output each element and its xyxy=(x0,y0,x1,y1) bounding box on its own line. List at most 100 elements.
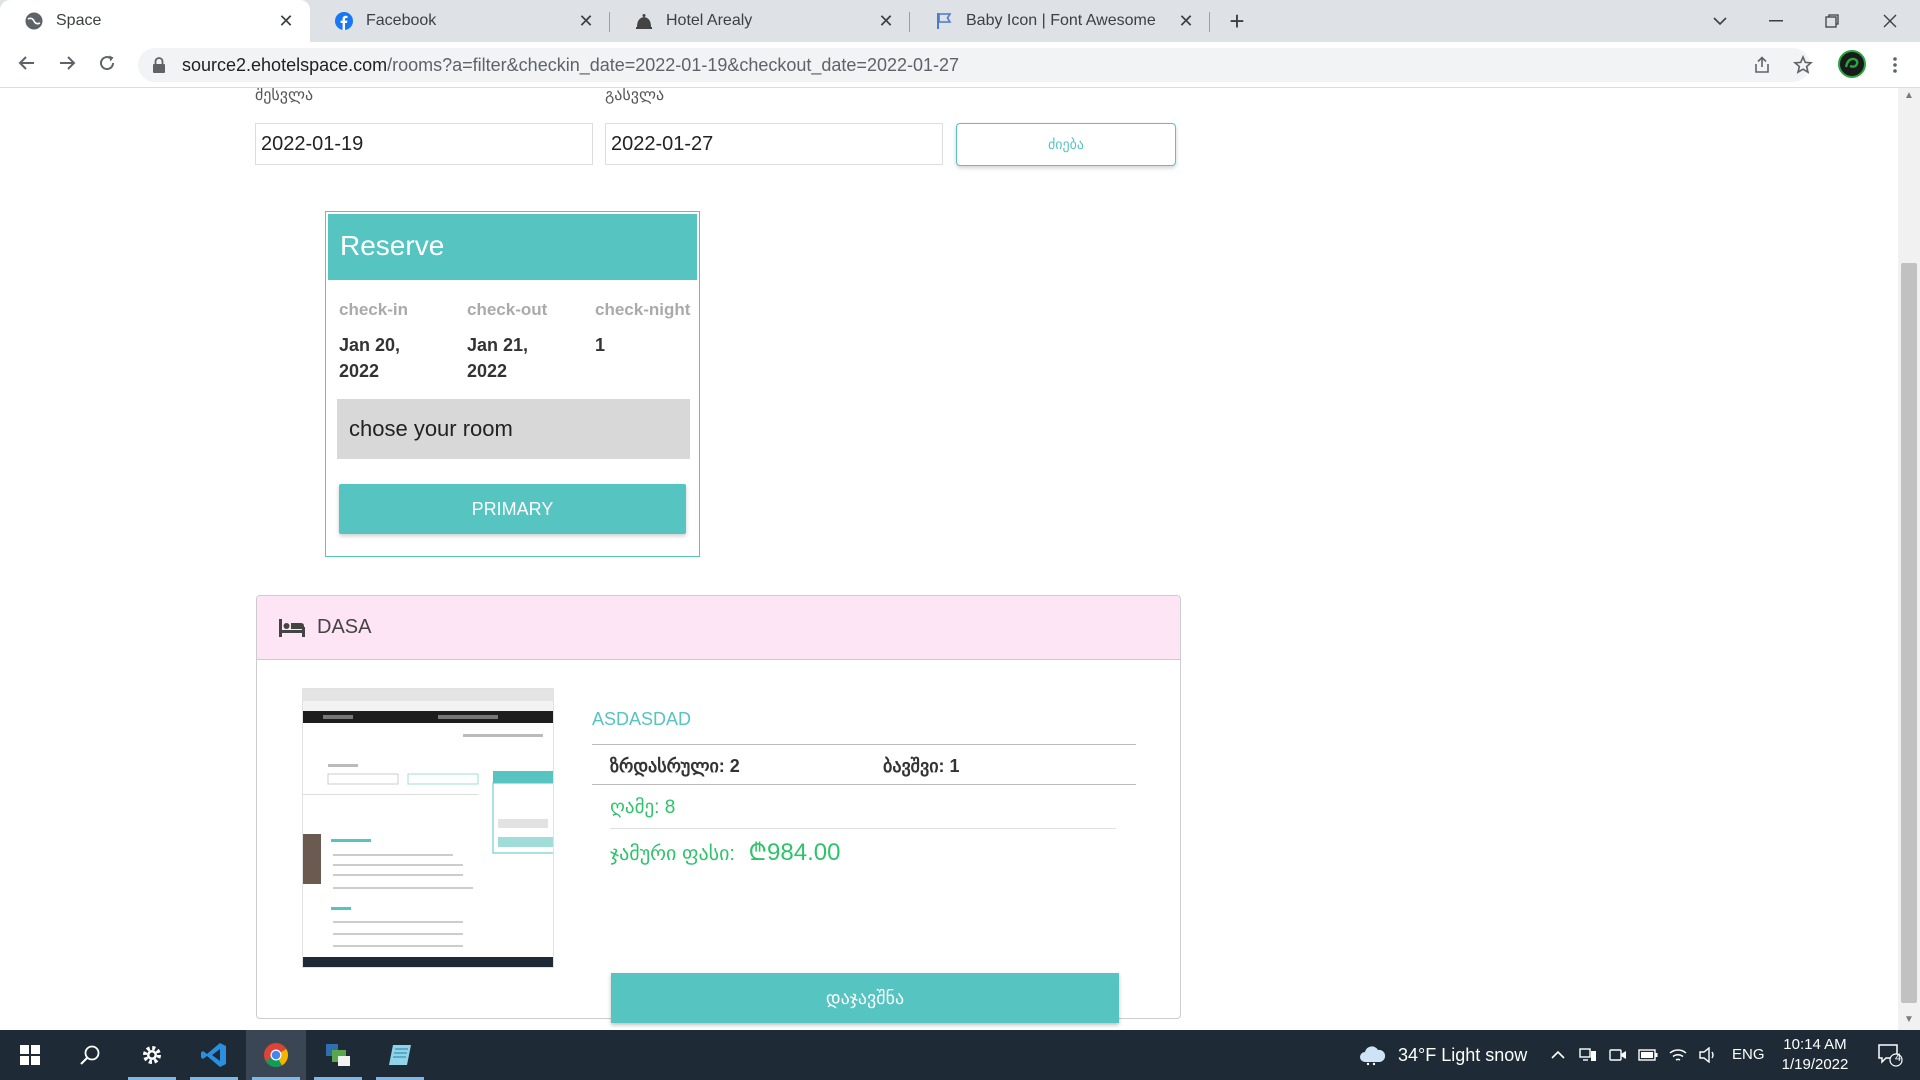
address-bar[interactable]: source2.ehotelspace.com/rooms?a=filter&c… xyxy=(138,48,1810,82)
divider xyxy=(592,744,1136,745)
divider xyxy=(592,784,1136,785)
clock-date: 1/19/2022 xyxy=(1781,1056,1849,1073)
notification-count: 4 xyxy=(1895,1052,1902,1064)
page-scrollbar[interactable]: ▲ ▼ xyxy=(1898,88,1920,1030)
total-price-value: ₾984.00 xyxy=(748,839,841,866)
tab-title: Baby Icon | Font Awesome xyxy=(966,12,1156,29)
reserve-panel: Reserve check-in Jan 20, 2022 check-out … xyxy=(325,211,700,557)
network-pc-icon[interactable] xyxy=(1574,1030,1602,1080)
children-count: ბავშვი: 1 xyxy=(883,756,960,776)
checkin-label: შესვლა xyxy=(255,88,314,104)
checkin-date-line: Jan 20, xyxy=(339,335,401,355)
windows-start-icon[interactable] xyxy=(0,1030,60,1080)
url-path: /rooms?a=filter&checkin_date=2022-01-19&… xyxy=(387,54,960,75)
forward-icon[interactable] xyxy=(52,50,82,80)
reload-icon[interactable] xyxy=(92,50,122,80)
close-tab-icon[interactable]: ✕ xyxy=(874,11,898,32)
tab-search-icon[interactable] xyxy=(1692,0,1748,42)
weather-text[interactable]: 34°F Light snow xyxy=(1398,1045,1527,1066)
profile-avatar[interactable] xyxy=(1838,50,1866,78)
room-name[interactable]: ASDASDAD xyxy=(592,709,691,730)
checkin-date-input[interactable]: 2022-01-19 xyxy=(255,123,593,165)
scroll-up-icon[interactable]: ▲ xyxy=(1904,90,1914,101)
bookmark-star-icon[interactable] xyxy=(1788,50,1818,80)
chrome-icon[interactable] xyxy=(246,1030,306,1080)
clock-time: 10:14 AM xyxy=(1783,1036,1847,1053)
checkin-column: check-in Jan 20, 2022 xyxy=(339,300,408,384)
tab-title: Hotel Arealy xyxy=(666,12,753,29)
page-content: შესვლა გასვლა 2022-01-19 2022-01-27 ძიებ… xyxy=(0,88,1898,1030)
tab-title: Space xyxy=(56,12,102,29)
checkin-value: Jan 20, 2022 xyxy=(339,332,408,384)
nights-column: check-night 1 xyxy=(595,300,690,358)
input-language[interactable]: ENG xyxy=(1732,1046,1765,1063)
restore-icon[interactable] xyxy=(1804,0,1860,42)
tab-facebook[interactable]: Facebook ✕ xyxy=(310,0,610,42)
close-window-icon[interactable] xyxy=(1862,0,1918,42)
tab-font-awesome[interactable]: Baby Icon | Font Awesome ✕ xyxy=(910,0,1210,42)
notification-center-icon[interactable]: 4 xyxy=(1860,1030,1920,1080)
weather-cloud-icon[interactable] xyxy=(1354,1030,1390,1080)
nights-count: ღამე: 8 xyxy=(610,797,676,818)
divider xyxy=(610,828,1116,829)
tab-separator xyxy=(1209,12,1210,32)
taskbar: 34°F Light snow ENG 10:14 AM 1/19/2022 4 xyxy=(0,1030,1920,1080)
room-thumbnail[interactable] xyxy=(302,688,554,968)
bed-icon xyxy=(279,618,305,637)
total-price: ჯამური ფასი: ₾984.00 xyxy=(610,836,840,871)
scroll-down-icon[interactable]: ▼ xyxy=(1904,1014,1914,1025)
reserve-title: Reserve xyxy=(328,214,697,280)
battery-icon[interactable] xyxy=(1634,1030,1662,1080)
tab-strip: Space ✕ Facebook ✕ Hotel Arealy ✕ Baby I… xyxy=(0,0,1920,42)
close-tab-icon[interactable]: ✕ xyxy=(1174,11,1198,32)
vscode-icon[interactable] xyxy=(184,1030,244,1080)
checkin-header: check-in xyxy=(339,300,408,319)
checkout-label: გასვლა xyxy=(605,88,665,104)
facebook-icon xyxy=(334,11,354,31)
room-category-header: DASA xyxy=(257,596,1180,660)
checkout-year-line: 2022 xyxy=(467,361,508,381)
settings-gear-icon[interactable] xyxy=(122,1030,182,1080)
show-hidden-icons-chevron-icon[interactable] xyxy=(1546,1030,1570,1080)
globe-icon xyxy=(24,11,44,31)
checkout-value: Jan 21, 2022 xyxy=(467,332,547,384)
volume-icon[interactable] xyxy=(1694,1030,1722,1080)
notepad-icon[interactable] xyxy=(370,1030,430,1080)
tab-title: Facebook xyxy=(366,12,437,29)
minimize-icon[interactable] xyxy=(1748,0,1804,42)
room-card: DASA ASDASDAD ზრდასრული: 2 ბავშვი: 1 ღამ… xyxy=(256,595,1181,1023)
meet-now-icon[interactable] xyxy=(1604,1030,1632,1080)
adults-count: ზრდასრული: 2 xyxy=(610,756,740,776)
wifi-icon[interactable] xyxy=(1664,1030,1692,1080)
tab-space[interactable]: Space ✕ xyxy=(0,0,310,42)
back-icon[interactable] xyxy=(12,50,42,80)
close-tab-icon[interactable]: ✕ xyxy=(574,11,598,32)
bell-icon xyxy=(634,11,654,31)
total-price-label: ჯამური ფასი: xyxy=(610,843,735,865)
new-tab-button[interactable]: + xyxy=(1222,6,1252,36)
search-button[interactable]: ძიება xyxy=(956,123,1176,166)
close-tab-icon[interactable]: ✕ xyxy=(274,11,298,32)
search-icon[interactable] xyxy=(60,1030,120,1080)
url-host: source2.ehotelspace.com xyxy=(182,54,388,75)
lock-icon xyxy=(152,57,166,73)
checkin-year-line: 2022 xyxy=(339,361,380,381)
system-clock[interactable]: 10:14 AM 1/19/2022 xyxy=(1770,1035,1860,1075)
tab-hotel-arealy[interactable]: Hotel Arealy ✕ xyxy=(610,0,910,42)
nights-value: 1 xyxy=(595,335,606,355)
share-icon[interactable] xyxy=(1747,50,1777,80)
flag-icon xyxy=(934,11,954,31)
room-category-name: DASA xyxy=(317,616,372,638)
file-manager-icon[interactable] xyxy=(308,1030,368,1080)
scrollbar-thumb[interactable] xyxy=(1901,263,1917,1003)
checkout-date-line: Jan 21, xyxy=(467,335,529,355)
primary-button[interactable]: PRIMARY xyxy=(339,484,686,534)
checkout-date-input[interactable]: 2022-01-27 xyxy=(605,123,943,165)
checkout-header: check-out xyxy=(467,300,548,319)
room-selection-box[interactable]: chose your room xyxy=(337,399,690,459)
browser-toolbar: source2.ehotelspace.com/rooms?a=filter&c… xyxy=(0,42,1920,88)
checkout-column: check-out Jan 21, 2022 xyxy=(467,300,547,384)
book-button[interactable]: დაჯავშნა xyxy=(611,973,1119,1023)
nights-header: check-night xyxy=(595,300,691,319)
menu-kebab-icon[interactable] xyxy=(1880,50,1910,80)
